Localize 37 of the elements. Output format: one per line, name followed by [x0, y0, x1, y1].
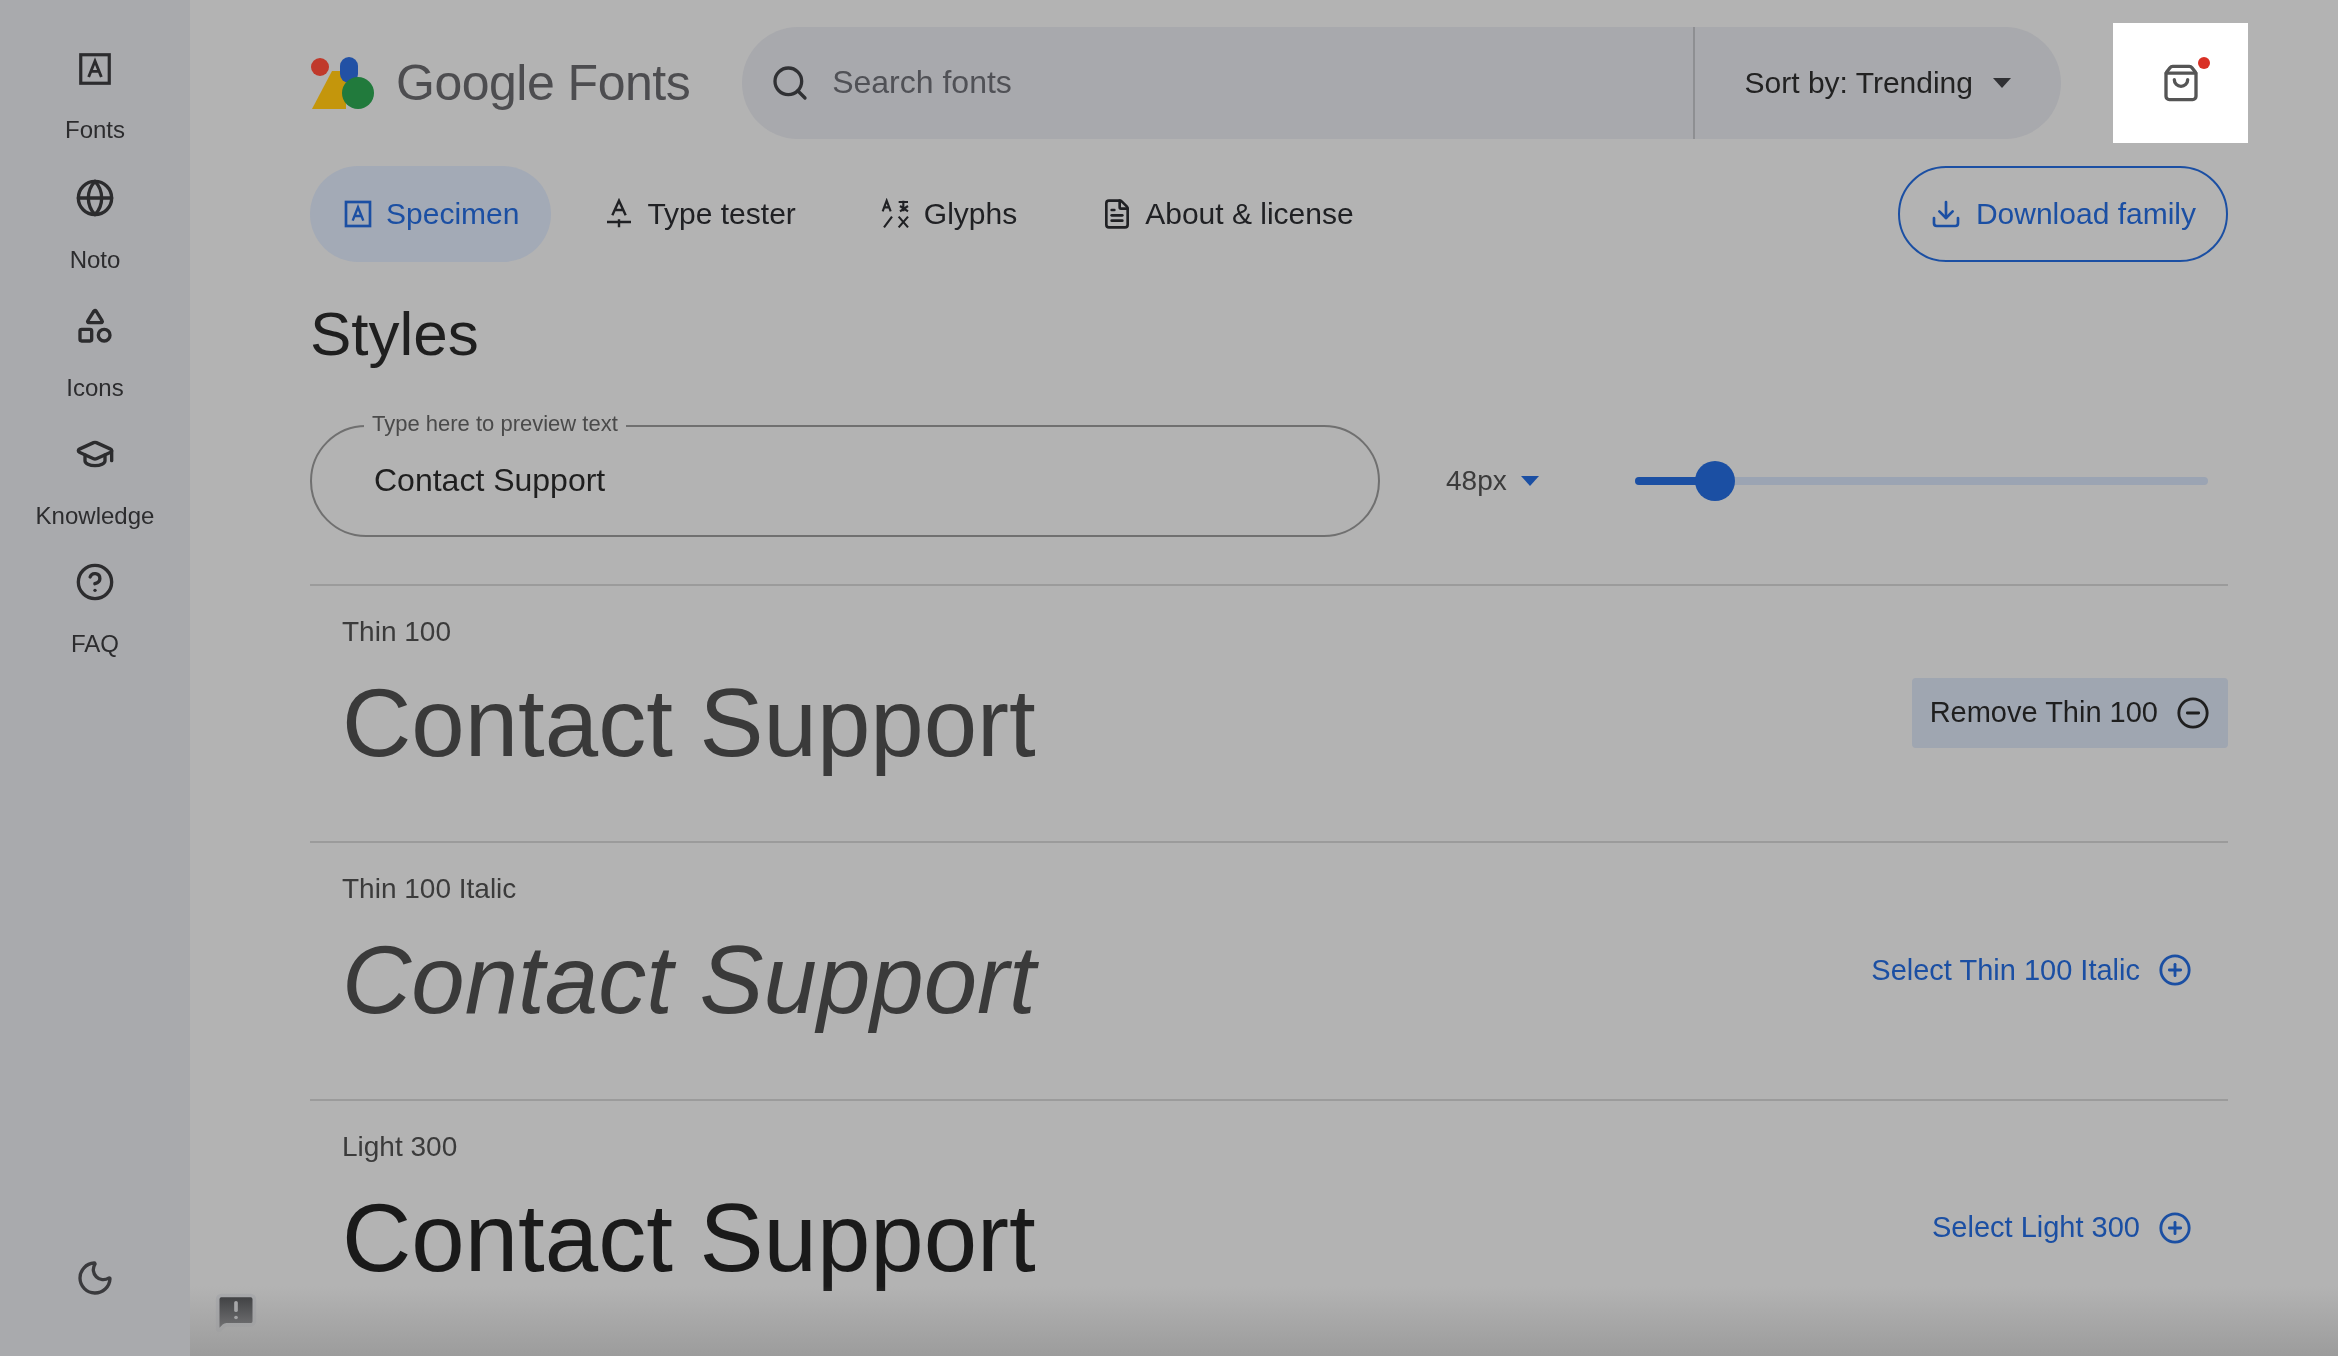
tab[interactable]: Type tester [571, 165, 828, 262]
font-sample: Contact Support [342, 667, 1036, 778]
style-name: Thin 100 Italic [342, 873, 518, 906]
size-dropdown[interactable]: 48px [1440, 463, 1545, 498]
sort-dropdown[interactable]: Sort by: Trending [1692, 26, 2061, 139]
tab[interactable]: Glyphs [847, 165, 1050, 262]
remove-style-button[interactable]: Remove Thin 100 [1911, 677, 2228, 748]
style-name: Thin 100 [342, 615, 452, 648]
plus-icon [2158, 953, 2192, 988]
select-style-link[interactable]: Select Light 300 [1914, 1192, 2210, 1263]
sidebar-item[interactable]: Icons [66, 306, 124, 434]
select-style-link[interactable]: Select Thin 100 Italic [1853, 935, 2210, 1006]
download-button[interactable]: Download family [1897, 165, 2228, 262]
tab[interactable]: About & license [1069, 165, 1386, 262]
font-sample: Contact Support [342, 1182, 1036, 1293]
sidebar-item[interactable]: Fonts [65, 50, 125, 178]
sidebar-item[interactable]: Knowledge [35, 434, 155, 562]
font-icon [76, 50, 114, 88]
tab[interactable]: Specimen [310, 165, 552, 262]
help-icon [75, 562, 115, 602]
plus-icon [2158, 1210, 2192, 1245]
caret-icon [1520, 475, 1539, 486]
minus-icon [2176, 695, 2210, 730]
logo-icon [310, 56, 376, 109]
globe-icon [75, 178, 115, 218]
glyphs-icon [879, 197, 912, 230]
caret-icon [1993, 77, 2011, 88]
sidebar-item[interactable]: FAQ [71, 562, 119, 690]
cart-button[interactable] [2113, 22, 2248, 143]
slider-thumb[interactable] [1694, 460, 1735, 501]
search-field[interactable]: Search fonts [830, 63, 1693, 103]
shapes-icon [75, 306, 115, 346]
sidebar-item[interactable]: Noto [69, 178, 121, 306]
dark-mode-icon[interactable] [75, 1258, 115, 1298]
style-name: Light 300 [342, 1130, 459, 1163]
section-heading: Styles [310, 297, 480, 369]
logo-text: Google Fonts [396, 53, 691, 112]
